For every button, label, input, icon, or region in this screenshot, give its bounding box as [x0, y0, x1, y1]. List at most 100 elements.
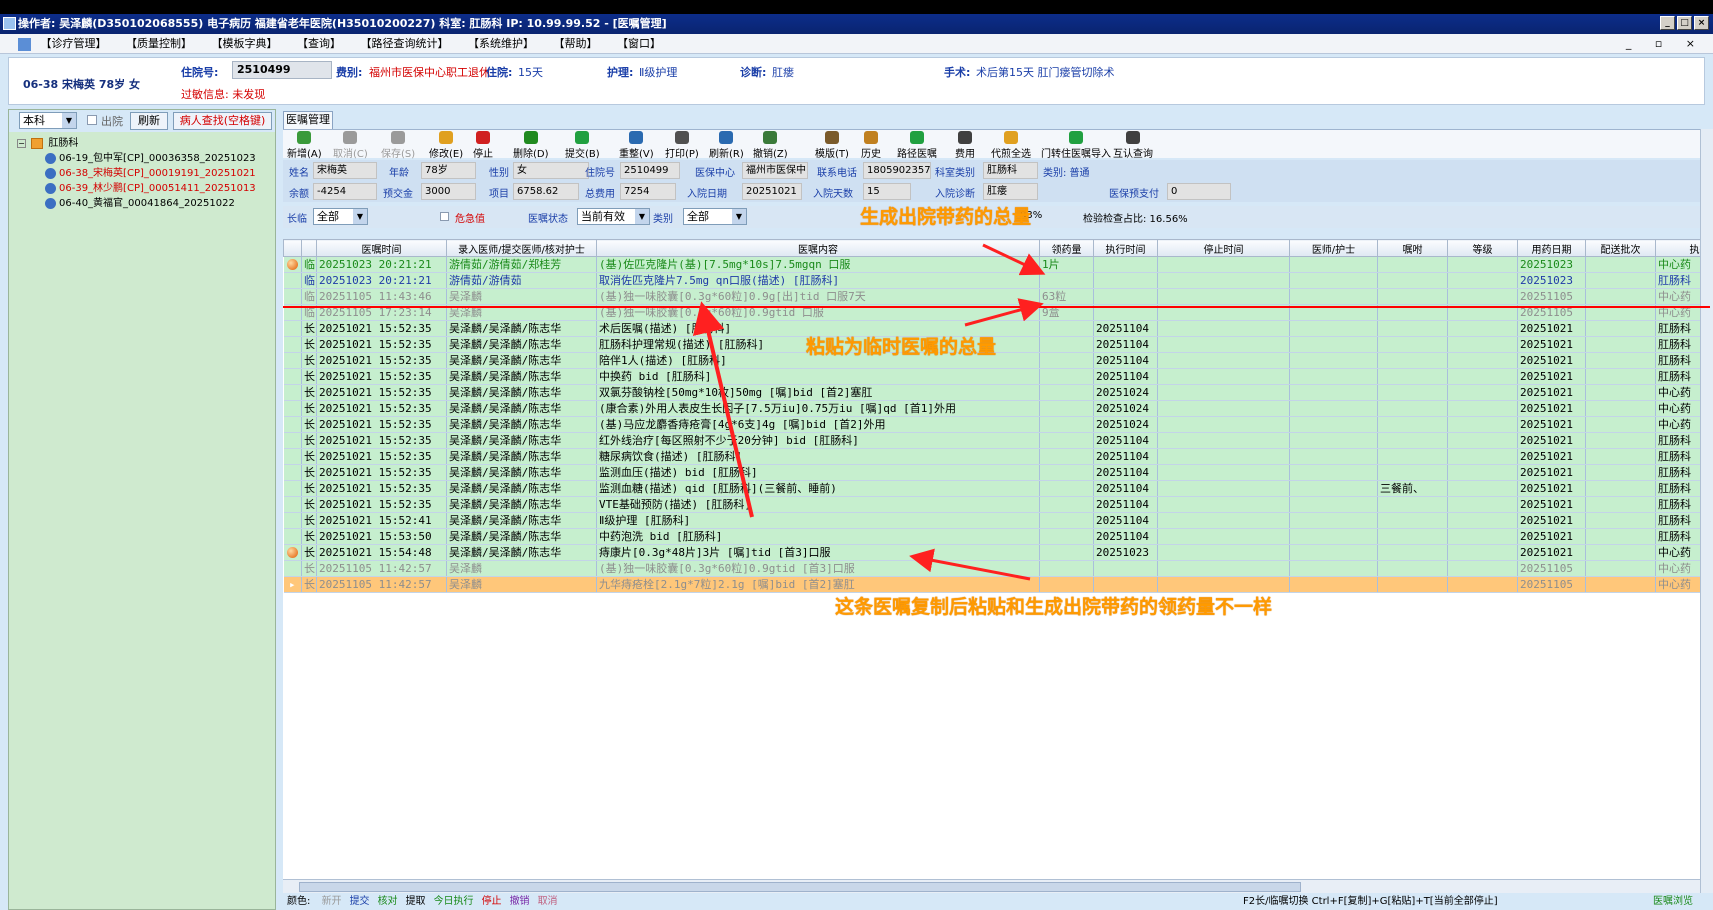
tab-order-management[interactable]: 医嘱管理 — [283, 111, 333, 129]
refresh-button[interactable]: 刷新(R) — [709, 131, 744, 160]
revoke-button[interactable]: 撤销(Z) — [753, 131, 788, 160]
import-button[interactable]: 门转住医嘱导入 — [1041, 131, 1111, 160]
order-row[interactable]: 长 20251021 15:53:50 吴泽麟/吴泽麟/陈志华 中药泡洗 bid [肛… — [283, 528, 1700, 545]
row-marker-cell[interactable] — [283, 400, 302, 417]
row-marker-cell[interactable] — [283, 320, 302, 337]
row-marker-cell[interactable] — [283, 384, 302, 401]
column-header[interactable] — [301, 239, 317, 257]
order-row[interactable]: 长 20251021 15:52:35 吴泽麟/吴泽麟/陈志华 双氯芬酸钠栓[50mg… — [283, 384, 1700, 401]
order-row[interactable]: 长 20251105 11:42:57 吴泽麟 (基)独一味胶囊[0.3g*60粒]0… — [283, 560, 1700, 577]
order-row[interactable]: 长 20251021 15:54:48 吴泽麟/吴泽麟/陈志华 痔康片[0.3g*48… — [283, 544, 1700, 561]
column-header[interactable]: 等级 — [1447, 239, 1518, 257]
long-temp-select[interactable]: 全部 ▼ — [313, 208, 368, 225]
row-marker-cell[interactable] — [283, 256, 302, 273]
order-row[interactable]: 长 20251021 15:52:35 吴泽麟/吴泽麟/陈志华 糖尿病饮食(描述) [… — [283, 448, 1700, 465]
row-marker-cell[interactable] — [283, 560, 302, 577]
order-row[interactable]: 长 20251021 15:52:35 吴泽麟/吴泽麟/陈志华 (基)马应龙麝香痔疮膏… — [283, 416, 1700, 433]
column-header[interactable]: 录入医师/提交医师/核对护士 — [446, 239, 597, 257]
delete-button[interactable]: 删除(D) — [513, 131, 549, 160]
order-row[interactable]: 临 20251023 20:21:21 游倩茹/游倩茹 取消佐匹克隆片7.5mg qn… — [283, 272, 1700, 289]
maximize-button[interactable]: □ — [1677, 16, 1692, 30]
order-preview-label[interactable]: 医嘱浏览 — [1653, 894, 1693, 910]
row-marker-cell[interactable] — [283, 448, 302, 465]
chevron-down-icon[interactable]: ▼ — [732, 209, 746, 224]
patient-item[interactable]: 06-38_宋梅英[CP]_00019191_20251021 — [17, 166, 275, 181]
menu-item-window[interactable]: 【窗口】 — [617, 37, 661, 50]
column-header[interactable]: 医嘱时间 — [316, 239, 447, 257]
row-marker-cell[interactable] — [283, 304, 302, 321]
chevron-down-icon[interactable]: ▼ — [353, 209, 367, 224]
order-row[interactable]: 长 20251021 15:52:35 吴泽麟/吴泽麟/陈志华 红外线治疗[每区照射不… — [283, 432, 1700, 449]
horizontal-scrollbar[interactable] — [283, 879, 1700, 893]
type-select[interactable]: 全部 ▼ — [683, 208, 747, 225]
refresh-button[interactable]: 刷新 — [130, 112, 168, 130]
order-row[interactable]: 长 20251021 15:52:35 吴泽麟/吴泽麟/陈志华 (康合素)外用人表皮生… — [283, 400, 1700, 417]
order-row[interactable]: 临 20251105 17:23:14 吴泽麟 (基)独一味胶囊[0.3g*60粒]0… — [283, 304, 1700, 321]
fee-button[interactable]: 费用 — [955, 131, 975, 160]
inpatient-no-field[interactable]: 2510499 — [232, 61, 332, 79]
column-header[interactable]: 用药日期 — [1517, 239, 1586, 257]
save-button[interactable]: 保存(S) — [381, 131, 415, 160]
close-button[interactable]: × — [1694, 16, 1709, 30]
dept-select[interactable]: 本科 ▼ — [19, 112, 77, 129]
column-header[interactable]: 执行 — [1655, 239, 1700, 257]
patient-item[interactable]: 06-39_林少鹏[CP]_00051411_20251013 — [17, 181, 275, 196]
scroll-thumb[interactable] — [299, 882, 1301, 892]
chevron-down-icon[interactable]: ▼ — [635, 209, 649, 224]
mutual-search-button[interactable]: 互认查询 — [1113, 131, 1153, 160]
row-marker-cell[interactable] — [283, 528, 302, 545]
column-header[interactable]: 执行时间 — [1093, 239, 1158, 257]
menu-item-help[interactable]: 【帮助】 — [554, 37, 598, 50]
order-row[interactable]: 长 20251021 15:52:35 吴泽麟/吴泽麟/陈志华 VTE基础预防(描述)… — [283, 496, 1700, 513]
menu-item-quality[interactable]: 【质量控制】 — [126, 37, 192, 50]
undo-button[interactable]: 取消(C) — [333, 131, 368, 160]
column-header[interactable]: 领药量 — [1039, 239, 1094, 257]
order-row[interactable]: 临 20251023 20:21:21 游倩茹/游倩茹/郑桂芳 (基)佐匹克隆片(基)… — [283, 256, 1700, 273]
print-button[interactable]: 打印(P) — [665, 131, 699, 160]
template-button[interactable]: 模版(T) — [815, 131, 849, 160]
history-button[interactable]: 历史 — [861, 131, 881, 160]
pathway-button[interactable]: 路径医嘱 — [897, 131, 937, 160]
row-marker-cell[interactable] — [283, 352, 302, 369]
order-row[interactable]: 长 20251021 15:52:35 吴泽麟/吴泽麟/陈志华 监测血压(描述) bi… — [283, 464, 1700, 481]
patient-item[interactable]: 06-40_黄福官_00041864_20251022 — [17, 196, 275, 211]
row-marker-cell[interactable] — [283, 496, 302, 513]
tree-root[interactable]: − 肛肠科 — [17, 136, 275, 151]
column-header[interactable]: 停止时间 — [1157, 239, 1290, 257]
row-marker-cell[interactable] — [283, 288, 302, 305]
order-row[interactable]: 临 20251105 11:43:46 吴泽麟 (基)独一味胶囊[0.3g*60粒]0… — [283, 288, 1700, 305]
decoct-button[interactable]: 代煎全选 — [991, 131, 1031, 160]
menu-item-clinic[interactable]: 【诊疗管理】 — [41, 37, 107, 50]
order-row[interactable]: ▸ 长 20251105 11:42:57 吴泽麟 九华痔疮栓[2.1g*7粒]2.1g… — [283, 576, 1700, 593]
vertical-scrollbar[interactable] — [1700, 129, 1713, 893]
column-header[interactable]: 医师/护士 — [1289, 239, 1378, 257]
order-row[interactable]: 长 20251021 15:52:35 吴泽麟/吴泽麟/陈志华 中换药 bid [肛肠… — [283, 368, 1700, 385]
order-row[interactable]: 长 20251021 15:52:35 吴泽麟/吴泽麟/陈志华 监测血糖(描述) qi… — [283, 480, 1700, 497]
row-marker-cell[interactable] — [283, 336, 302, 353]
order-status-select[interactable]: 当前有效 ▼ — [577, 208, 650, 225]
order-row[interactable]: 长 20251021 15:52:41 吴泽麟/吴泽麟/陈志华 Ⅱ级护理 [肛肠科] 2… — [283, 512, 1700, 529]
reorder-button[interactable]: 重整(V) — [619, 131, 654, 160]
chevron-down-icon[interactable]: ▼ — [62, 113, 76, 128]
submit-button[interactable]: 提交(B) — [565, 131, 600, 160]
add-button[interactable]: 新增(A) — [287, 131, 322, 160]
discharged-checkbox[interactable] — [87, 115, 97, 125]
row-marker-cell[interactable] — [283, 544, 302, 561]
menu-item-template[interactable]: 【模板字典】 — [212, 37, 278, 50]
row-marker-cell[interactable] — [283, 272, 302, 289]
menu-item-query[interactable]: 【查询】 — [297, 37, 341, 50]
column-header[interactable]: 嘱咐 — [1377, 239, 1448, 257]
collapse-icon[interactable]: − — [17, 138, 26, 148]
row-marker-cell[interactable] — [283, 416, 302, 433]
row-marker-cell[interactable] — [283, 512, 302, 529]
mdi-window-controls[interactable]: _ ▫ × — [1626, 34, 1705, 54]
column-header[interactable]: 医嘱内容 — [596, 239, 1040, 257]
row-marker-cell[interactable] — [283, 432, 302, 449]
row-marker-cell[interactable] — [283, 480, 302, 497]
patient-item[interactable]: 06-19_包中军[CP]_00036358_20251023 — [17, 151, 275, 166]
patient-search-button[interactable]: 病人查找(空格键) — [173, 112, 272, 130]
stop-button[interactable]: 停止 — [473, 131, 493, 160]
menu-item-system[interactable]: 【系统维护】 — [468, 37, 534, 50]
menu-item-pathway-stats[interactable]: 【路径查询统计】 — [361, 37, 449, 50]
column-header[interactable]: 配送批次 — [1585, 239, 1656, 257]
